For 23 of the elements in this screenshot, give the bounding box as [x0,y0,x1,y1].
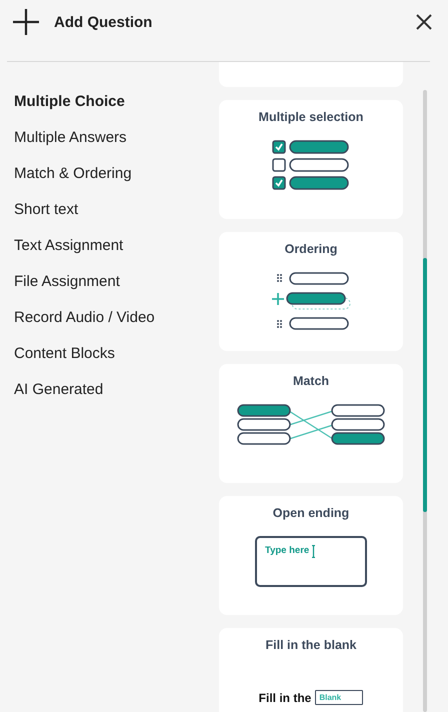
category-item[interactable]: Multiple Answers [14,128,219,164]
question-type-card[interactable]: Ordering [219,232,403,351]
text-cursor-icon [312,545,316,558]
add-icon [13,9,39,35]
category-item[interactable]: AI Generated [14,380,219,416]
question-type-card[interactable]: Multiple selection [219,100,403,219]
question-type-card[interactable]: Fill in the blank Fill in the Blank [219,628,403,712]
category-item[interactable]: Short text [14,200,219,236]
category-item[interactable]: Record Audio / Video [14,308,219,344]
dialog-title: Add Question [54,14,154,30]
category-item[interactable]: Multiple Choice [14,92,219,128]
blank-field: Blank [315,690,364,705]
scrollbar-thumb[interactable] [423,258,427,512]
category-item[interactable]: Content Blocks [14,344,219,380]
scrollbar[interactable] [423,90,427,712]
category-item[interactable]: File Assignment [14,272,219,308]
category-item[interactable]: Match & Ordering [14,164,219,200]
question-type-card[interactable]: Open ending Type here [219,496,403,615]
question-type-card[interactable]: Match [219,364,403,483]
answer-placeholder: Type here [265,545,310,556]
category-item[interactable]: Text Assignment [14,236,219,272]
close-icon[interactable] [416,14,432,30]
sentence-text: Fill in the [258,690,312,704]
